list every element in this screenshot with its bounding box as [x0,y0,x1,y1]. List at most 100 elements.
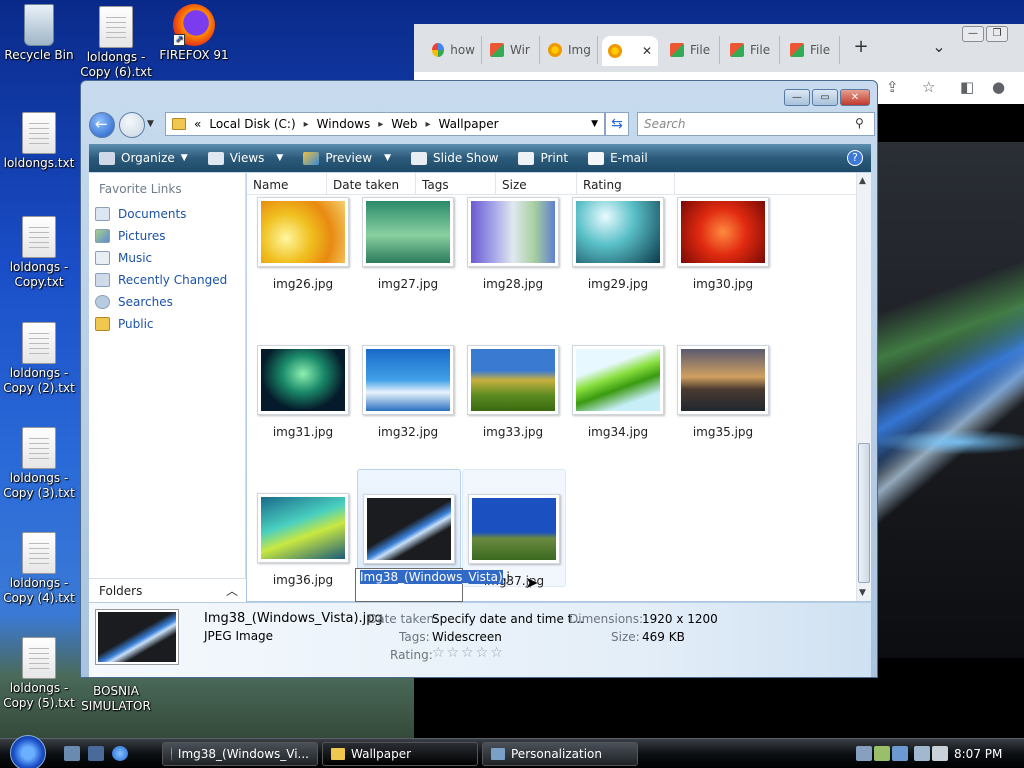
rating-stars[interactable]: ☆☆☆☆☆ [432,645,505,661]
file-item[interactable]: img29.jpg [566,197,670,291]
scrollbar-thumb[interactable] [858,443,870,583]
breadcrumb-separator-icon[interactable]: ▸ [304,119,309,130]
new-tab-button[interactable]: + [848,38,874,56]
file-item[interactable]: img34.jpg [566,345,670,439]
desktop-icon-recycle-bin[interactable]: Recycle Bin [0,4,78,63]
thumbnail-image [576,349,660,411]
breadcrumb-separator-icon[interactable]: ▸ [425,119,430,130]
bookmark-star-icon[interactable]: ☆ [922,78,935,96]
address-dropdown-icon[interactable]: ▼ [591,119,598,129]
desktop-icon-file[interactable]: loldongs - Copy (2).txt [0,322,78,396]
sidebar-item-music[interactable]: Music [89,247,245,269]
side-panel-icon[interactable]: ◧ [960,78,974,96]
breadcrumb-windows[interactable]: Windows [317,117,371,131]
tray-icon[interactable] [874,746,890,761]
file-item[interactable]: img36.jpg [251,493,355,587]
scroll-up-arrow-icon[interactable]: ▲ [859,176,866,186]
search-input[interactable]: Search [637,112,875,136]
browser-restore-button[interactable]: ❐ [986,26,1008,42]
switch-windows-icon[interactable] [88,746,104,761]
desktop-icon-file[interactable]: loldongs.txt [0,112,78,171]
browser-tab[interactable]: how [426,36,482,64]
file-item[interactable]: img26.jpg [251,197,355,291]
column-header-size[interactable]: Size [496,173,577,194]
sidebar-item-pictures[interactable]: Pictures [89,225,245,247]
tab-search-button[interactable]: ⌄ [926,38,952,56]
scroll-down-arrow-icon[interactable]: ▼ [859,588,866,598]
desktop-icon-bosnia[interactable]: BOSNIA SIMULATOR [77,684,155,714]
file-item[interactable]: img27.jpg [356,197,460,291]
volume-muted-icon[interactable] [932,746,948,761]
details-tags-value[interactable]: Widescreen [432,630,502,644]
taskbar-button-browser[interactable]: Img38_(Windows_Vi... [162,742,318,766]
browser-tab[interactable]: Img [542,36,598,64]
vertical-scrollbar[interactable]: ▲ ▼ [856,173,871,601]
profile-icon[interactable]: ● [992,78,1005,96]
tray-icon[interactable] [892,746,908,761]
print-button[interactable]: Print [508,151,578,165]
close-button[interactable]: ✕ [840,89,870,106]
command-label: Preview [325,151,373,165]
file-name: img35.jpg [692,425,754,439]
tray-icon[interactable] [856,746,872,761]
desktop-icon-file[interactable]: loldongs - Copy.txt [0,216,78,290]
sidebar-item-documents[interactable]: Documents [89,203,245,225]
file-item[interactable]: img28.jpg [461,197,565,291]
file-item[interactable]: img31.jpg [251,345,355,439]
views-button[interactable]: Views ▼ [198,151,294,165]
taskbar-button-personalization[interactable]: Personalization [482,742,638,766]
file-item[interactable]: img30.jpg [671,197,775,291]
breadcrumb-web[interactable]: Web [391,117,417,131]
browser-tab[interactable]: File [784,36,840,64]
column-header-date-taken[interactable]: Date taken [327,173,416,194]
desktop-icon-firefox[interactable]: FIREFOX 91 [155,4,233,63]
rename-textbox[interactable]: Img38_(Windows_Vista).j [355,568,510,602]
slide-show-button[interactable]: Slide Show [401,151,508,165]
browser-tab[interactable]: Wir [484,36,540,64]
internet-explorer-icon[interactable] [112,746,128,761]
browser-tab[interactable]: File [664,36,720,64]
share-icon[interactable]: ⇪ [886,78,899,96]
sidebar-item-searches[interactable]: Searches [89,291,245,313]
sidebar-item-public[interactable]: Public [89,313,245,335]
chevron-down-icon: ▼ [180,153,188,163]
preview-button[interactable]: Preview ▼ [293,151,401,165]
browser-tab[interactable]: File [724,36,780,64]
recent-pages-chevron-icon[interactable]: ▼ [147,119,154,129]
address-bar[interactable]: « Local Disk (C:) ▸ Windows ▸ Web ▸ Wall… [165,112,605,136]
show-desktop-icon[interactable] [64,746,80,761]
sidebar-item-recently-changed[interactable]: Recently Changed [89,269,245,291]
column-header-rating[interactable]: Rating [577,173,675,194]
clock[interactable]: 8:07 PM [954,747,1002,761]
search-icon[interactable]: ⚲ [855,116,864,130]
column-header-tags[interactable]: Tags [416,173,496,194]
desktop-icon-file[interactable]: loldongs - Copy (6).txt [77,6,155,80]
email-button[interactable]: E-mail [578,151,658,165]
taskbar-button-wallpaper[interactable]: Wallpaper [322,742,478,766]
folders-toggle[interactable]: Folders ︿ [89,578,246,602]
file-item[interactable]: img35.jpg [671,345,775,439]
maximize-button[interactable]: ▭ [812,89,838,106]
details-date-taken-value[interactable]: Specify date and time t... [432,612,584,626]
file-item[interactable]: img32.jpg [356,345,460,439]
back-button[interactable]: ← [89,112,115,138]
browser-tab-active[interactable]: ✕ [602,36,658,66]
column-header-name[interactable]: Name [247,173,327,194]
breadcrumb-separator-icon[interactable]: ▸ [378,119,383,130]
minimize-button[interactable]: — [784,89,810,106]
desktop-icon-file[interactable]: loldongs - Copy (3).txt [0,427,78,501]
start-button[interactable] [10,735,46,768]
file-item[interactable]: img33.jpg [461,345,565,439]
forward-button[interactable] [119,112,145,138]
network-icon[interactable] [914,746,930,761]
preview-icon [303,151,320,165]
refresh-button[interactable]: ⇆ [605,112,629,136]
help-icon[interactable]: ? [847,150,863,166]
browser-minimize-button[interactable]: — [962,26,984,42]
desktop-icon-file[interactable]: loldongs - Copy (4).txt [0,532,78,606]
close-tab-icon[interactable]: ✕ [642,44,652,58]
breadcrumb-local-disk[interactable]: Local Disk (C:) [209,117,295,131]
breadcrumb-wallpaper[interactable]: Wallpaper [438,117,498,131]
organize-button[interactable]: Organize ▼ [89,151,198,165]
desktop-icon-file[interactable]: loldongs - Copy (5).txt [0,637,78,711]
